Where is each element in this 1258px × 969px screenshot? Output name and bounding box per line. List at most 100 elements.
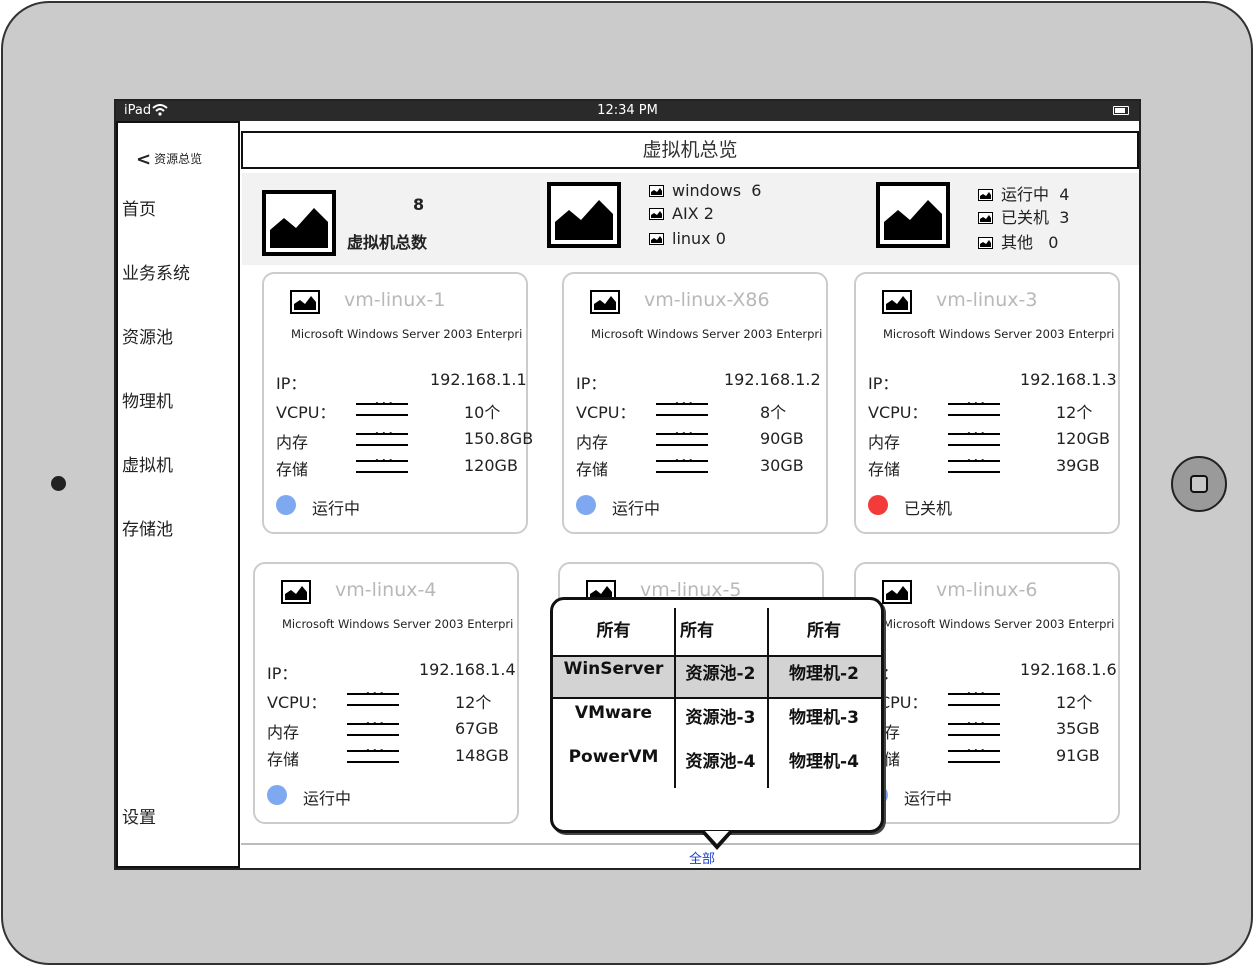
home-square-icon [1190, 475, 1208, 493]
status-dot-icon [267, 785, 287, 805]
vm-ip: 192.168.1.6 [1020, 660, 1117, 679]
vm-card[interactable]: vm-linux-6 Microsoft Windows Server 2003 … [854, 562, 1120, 824]
vm-storage: 39GB [1056, 456, 1100, 475]
image-icon [882, 290, 912, 314]
vm-status: 运行中 [303, 789, 352, 808]
slider-icon [356, 429, 408, 446]
vm-os: Microsoft Windows Server 2003 Enterprise… [282, 617, 514, 631]
state-label: 运行中 [1001, 185, 1050, 204]
sidebar-item-settings[interactable]: 设置 [122, 803, 156, 828]
state-label: 其他 [1001, 233, 1034, 252]
page-title: 虚拟机总览 [241, 131, 1139, 169]
vcpu-label: VCPU： [868, 403, 928, 422]
picker-option[interactable]: 物理机-4 [767, 747, 881, 772]
vm-vcpu: 8个 [760, 403, 787, 422]
sidebar-item-virtual-machines[interactable]: 虚拟机 [122, 451, 173, 476]
divider [241, 843, 1139, 845]
slider-icon [948, 399, 1000, 416]
os-count: 2 [703, 204, 714, 223]
vm-ip: 192.168.1.4 [419, 660, 516, 679]
vm-status: 已关机 [904, 499, 953, 518]
slider-icon [356, 399, 408, 416]
sidebar-item-home[interactable]: 首页 [122, 195, 156, 220]
picker-option[interactable]: 物理机-2 [767, 659, 881, 684]
picker-option[interactable]: 所有 [767, 616, 881, 641]
image-placeholder-icon [262, 190, 336, 256]
storage-label: 存储 [868, 460, 901, 479]
vm-card[interactable]: vm-linux-X86 Microsoft Windows Server 200… [562, 272, 828, 534]
vm-status: 运行中 [904, 789, 953, 808]
status-bar: iPad 12:34 PM [116, 101, 1139, 121]
vm-card[interactable]: vm-linux-3 Microsoft Windows Server 2003 … [854, 272, 1120, 534]
vm-card[interactable]: vm-linux-1 Microsoft Windows Server 2003 … [262, 272, 533, 534]
status-dot-icon [276, 495, 296, 515]
vcpu-label: VCPU： [576, 403, 636, 422]
os-label: AIX [672, 204, 699, 223]
image-icon [590, 290, 620, 314]
picker-option[interactable]: 资源池-3 [674, 703, 767, 728]
vm-memory: 35GB [1056, 719, 1100, 738]
picker-option[interactable]: PowerVM [553, 747, 674, 767]
sidebar-item-resource-pools[interactable]: 资源池 [122, 323, 173, 348]
vm-vcpu: 12个 [455, 693, 492, 712]
slider-icon [948, 689, 1000, 706]
slider-icon [948, 429, 1000, 446]
state-count-stopped: 已关机 3 [978, 204, 1069, 228]
os-count-linux: linux 0 [649, 229, 726, 248]
memory-label: 内存 [868, 433, 901, 452]
clock: 12:34 PM [597, 103, 658, 118]
screen: iPad 12:34 PM < 资源总览 首页 业务系统 资源池 物理机 虚拟机 … [114, 99, 1141, 870]
vm-vcpu: 12个 [1056, 693, 1093, 712]
vm-vcpu: 10个 [464, 403, 501, 422]
vm-memory: 150.8GB [464, 429, 534, 448]
ip-label: IP： [576, 374, 607, 393]
picker-option[interactable]: 资源池-2 [674, 659, 767, 684]
battery-icon [1113, 106, 1129, 115]
sidebar-item-physical-machines[interactable]: 物理机 [122, 387, 173, 412]
state-count-other: 其他 0 [978, 229, 1058, 253]
image-icon [978, 212, 993, 224]
vm-name: vm-linux-4 [335, 579, 437, 601]
column-divider [767, 608, 769, 788]
image-icon [649, 233, 664, 245]
sidebar-item-storage-pools[interactable]: 存储池 [122, 515, 173, 540]
back-label: 资源总览 [154, 152, 203, 166]
storage-label: 存储 [276, 460, 309, 479]
vcpu-label: VCPU： [276, 403, 336, 422]
vm-name: vm-linux-3 [936, 289, 1038, 311]
picker-option[interactable]: WinServer [553, 659, 674, 679]
filter-picker[interactable]: 所有 WinServer VMware PowerVM 所有 资源池-2 资源池-3 资源池-… [550, 597, 884, 833]
picker-option[interactable]: 所有 [674, 616, 767, 641]
filter-all-button[interactable]: 全部 [689, 848, 715, 867]
vm-status: 运行中 [312, 499, 361, 518]
storage-label: 存储 [576, 460, 609, 479]
vm-storage: 120GB [464, 456, 518, 475]
slider-icon [656, 429, 708, 446]
vm-name: vm-linux-6 [936, 579, 1038, 601]
picker-option[interactable]: 所有 [553, 616, 674, 641]
home-button[interactable] [1171, 456, 1227, 512]
sidebar-item-business-systems[interactable]: 业务系统 [122, 259, 190, 284]
os-label: windows [672, 181, 742, 200]
image-icon [882, 580, 912, 604]
picker-option[interactable]: VMware [553, 703, 674, 723]
vm-os: Microsoft Windows Server 2003 Enterprise… [883, 617, 1115, 631]
image-icon [281, 580, 311, 604]
vm-memory: 120GB [1056, 429, 1110, 448]
slider-icon [656, 399, 708, 416]
os-count-aix: AIX 2 [649, 204, 714, 223]
slider-icon [347, 719, 399, 736]
image-icon [649, 185, 664, 197]
back-button[interactable]: < 资源总览 [136, 149, 202, 170]
memory-label: 内存 [267, 723, 300, 742]
picker-option[interactable]: 物理机-3 [767, 703, 881, 728]
state-count: 3 [1059, 208, 1070, 227]
vm-os: Microsoft Windows Server 2003 Enterprise… [591, 327, 823, 341]
slider-icon [656, 456, 708, 473]
os-count: 6 [751, 181, 762, 200]
status-dot-icon [868, 495, 888, 515]
chevron-left-icon: < [136, 149, 152, 170]
picker-option[interactable]: 资源池-4 [674, 747, 767, 772]
vm-card[interactable]: vm-linux-4 Microsoft Windows Server 2003 … [253, 562, 519, 824]
slider-icon [347, 689, 399, 706]
